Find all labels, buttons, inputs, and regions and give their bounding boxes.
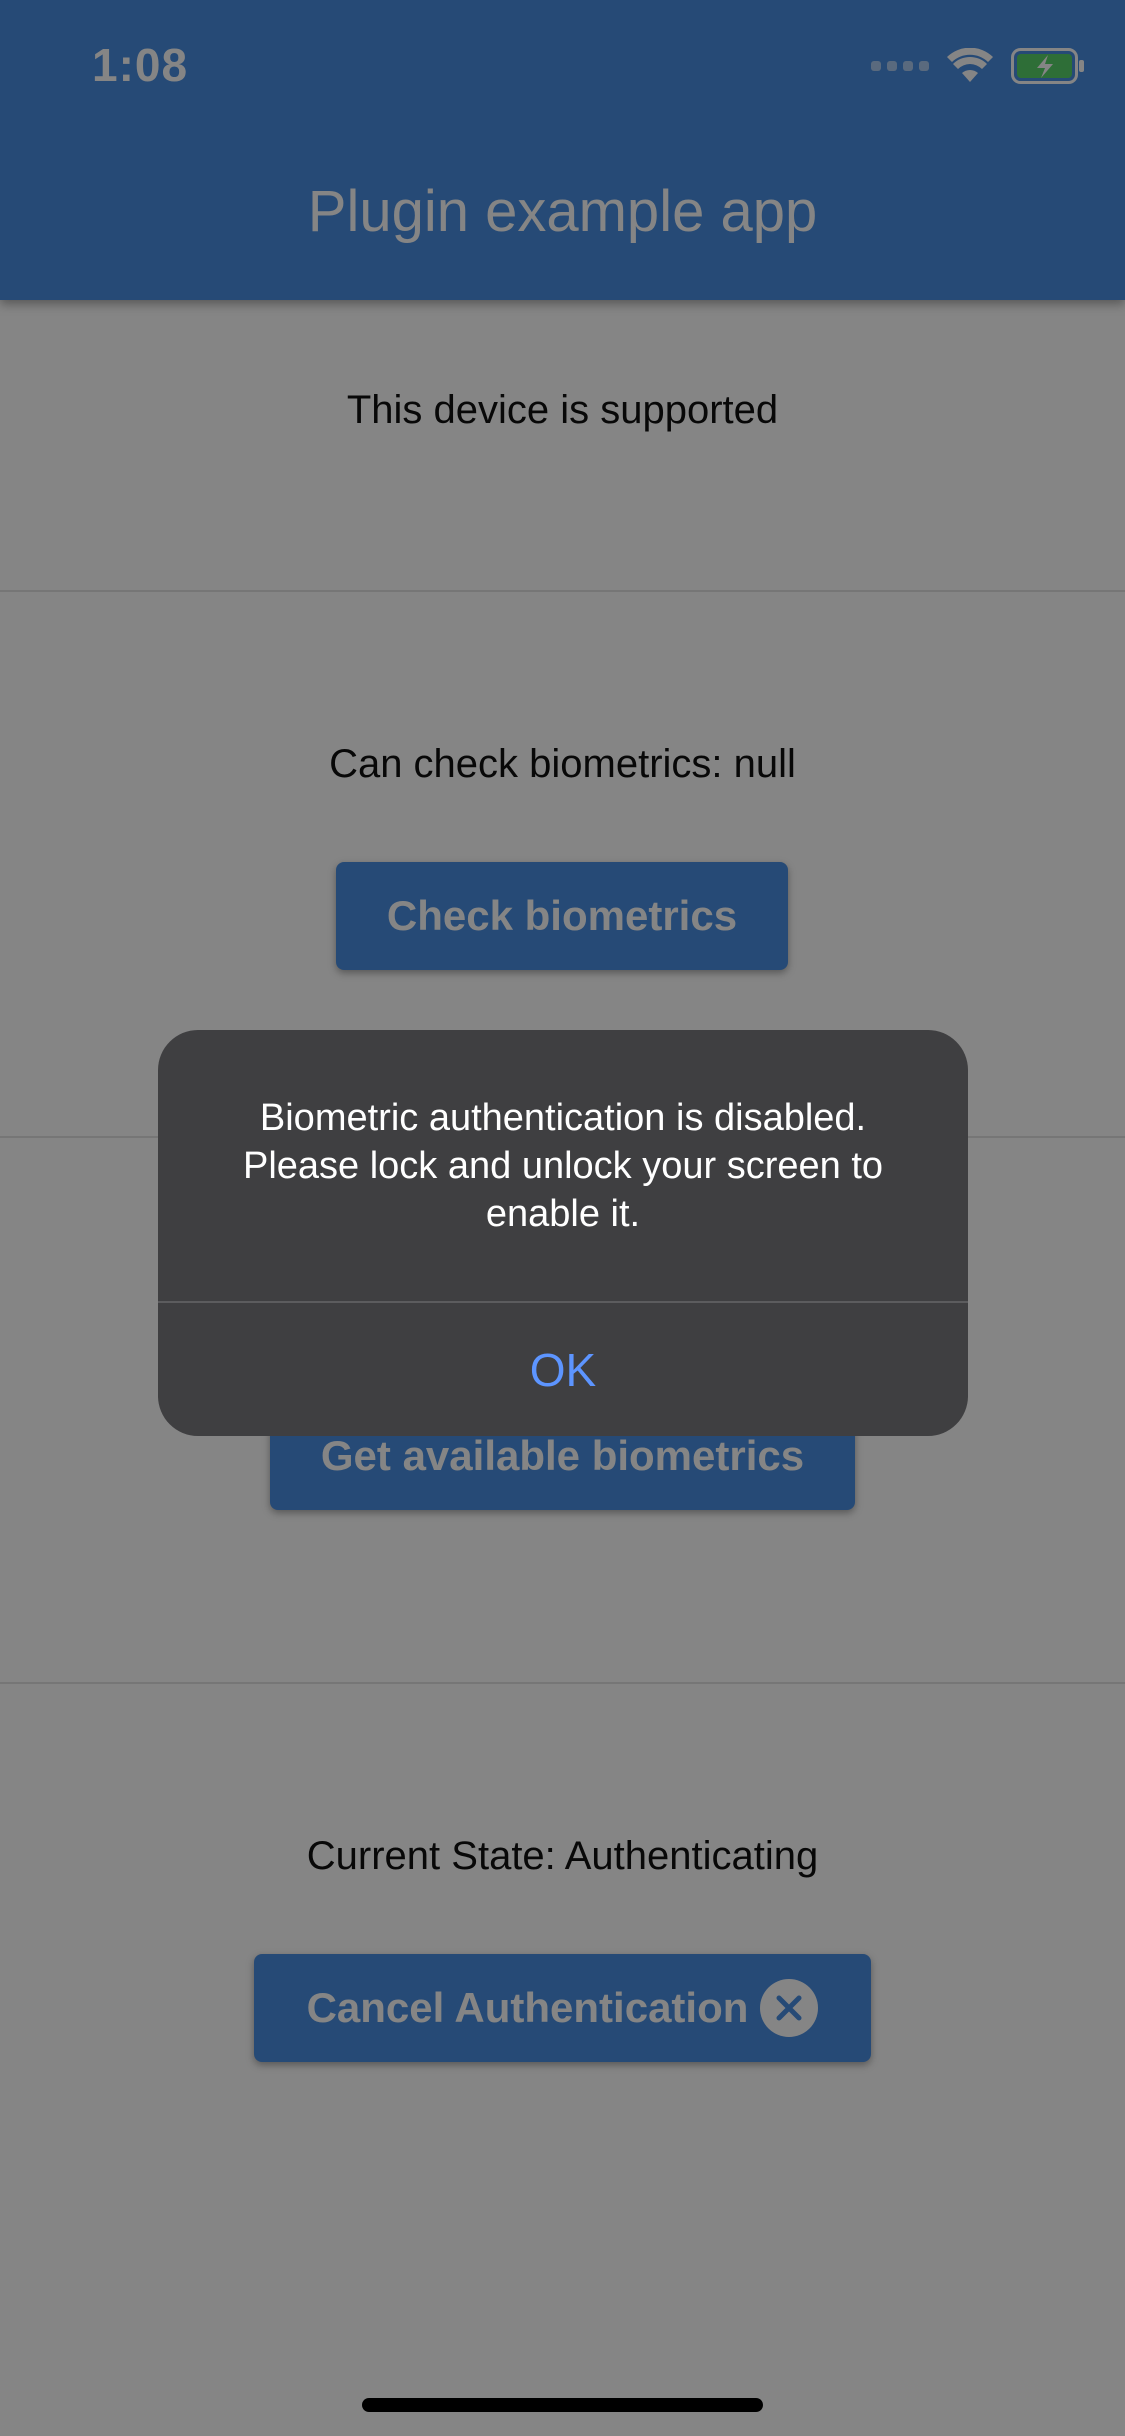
dialog-message: Biometric authentication is disabled. Pl…: [242, 1097, 884, 1235]
dialog-ok-button[interactable]: OK: [158, 1303, 968, 1436]
alert-dialog: Biometric authentication is disabled. Pl…: [158, 1030, 968, 1436]
home-indicator[interactable]: [362, 2398, 763, 2412]
